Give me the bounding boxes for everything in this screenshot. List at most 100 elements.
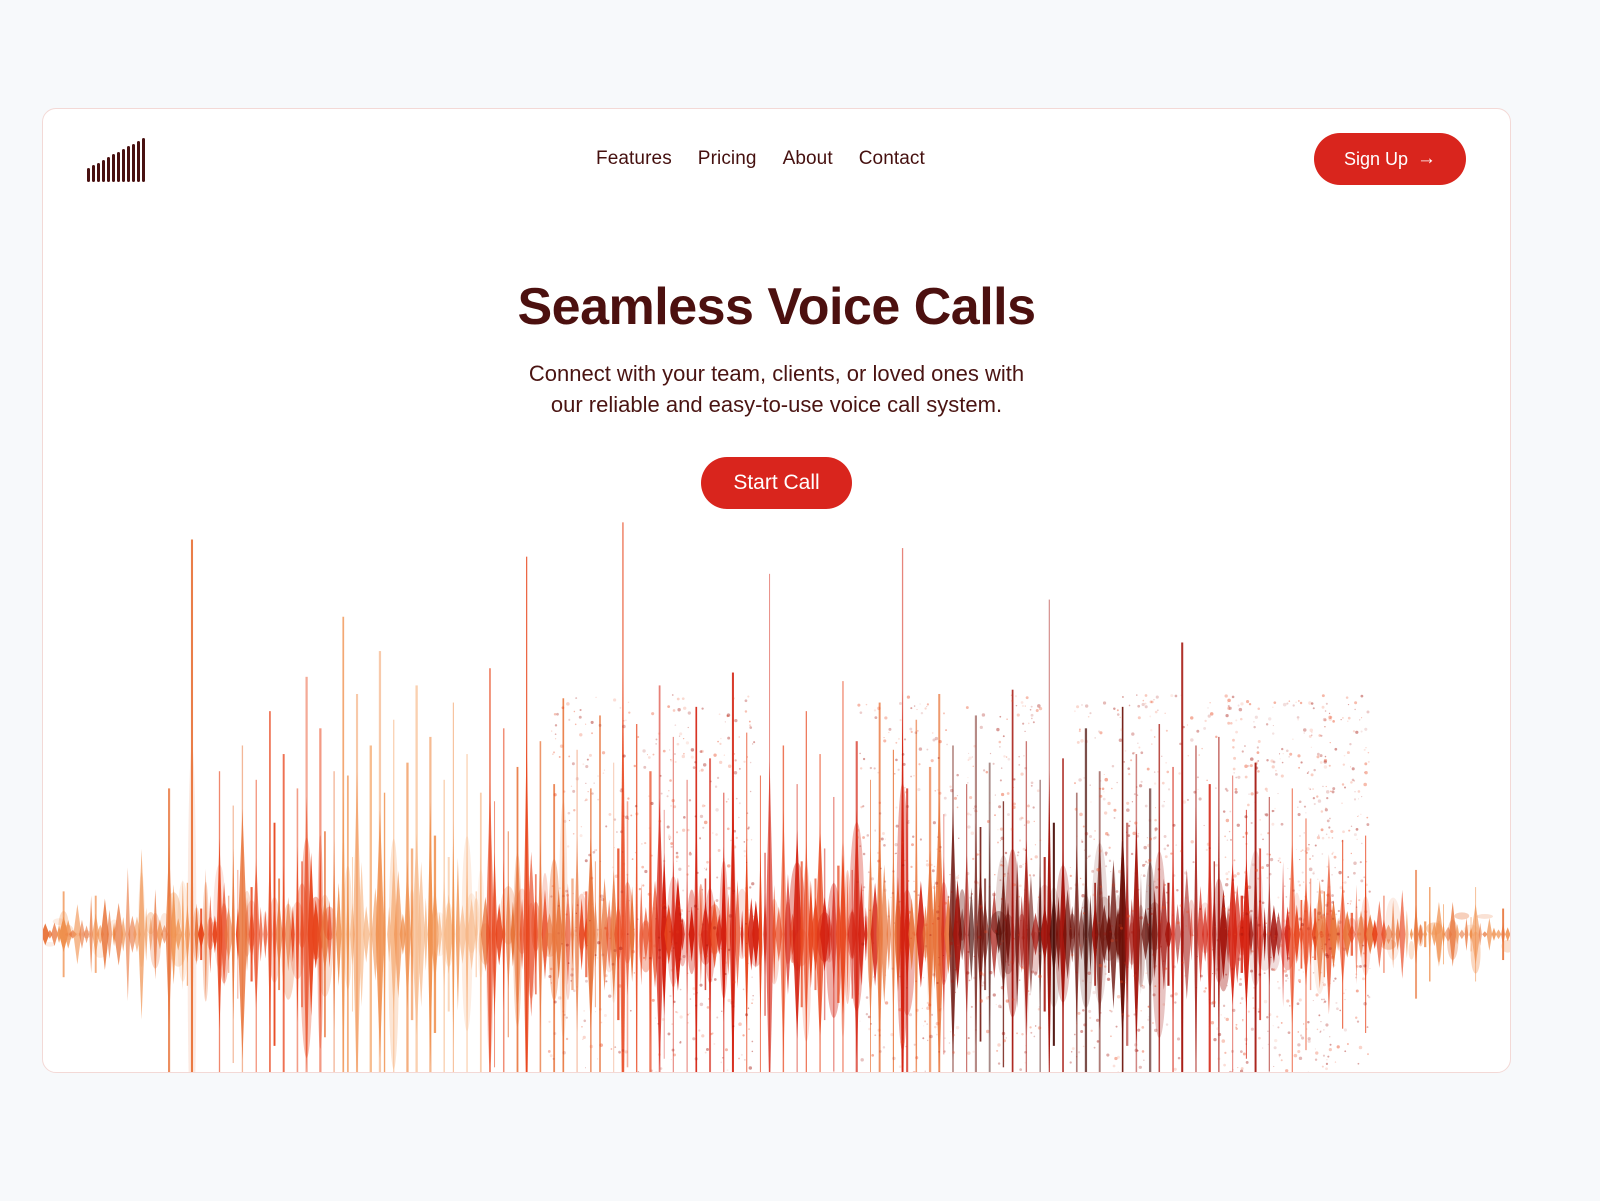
start-call-button[interactable]: Start Call [701,456,852,509]
waveform-texture [1036,884,1053,950]
waveform-grain [671,694,674,696]
waveform-grain [862,757,866,761]
waveform-grain [927,1003,932,1007]
waveform-texture [82,930,92,939]
waveform-grain [1120,980,1123,984]
waveform-bar [1232,885,1242,984]
waveform-grain [1198,918,1201,921]
waveform-grain [692,926,696,930]
waveform-needle [796,784,798,1072]
waveform-bar [224,907,234,961]
waveform-grain [1250,792,1254,796]
nav-item-pricing[interactable]: Pricing [698,148,757,170]
waveform-bar [1239,912,1245,957]
waveform-grain [999,839,1002,842]
waveform-grain [1263,999,1268,1004]
waveform-bar [744,840,749,1028]
waveform-grain [723,754,726,756]
waveform-grain [999,942,1002,946]
waveform-grain [1138,929,1141,932]
waveform-bar [922,905,929,963]
waveform-grain [1165,761,1168,764]
waveform-grain [1320,933,1324,938]
waveform-grain [1172,874,1176,877]
waveform-grain [1248,702,1252,706]
waveform-grain [856,828,860,832]
waveform-bar [1336,917,1340,951]
waveform-grain [669,930,671,933]
waveform-grain [1365,747,1367,749]
waveform-grain [671,942,674,945]
nav-item-contact[interactable]: Contact [859,148,925,170]
waveform-grain [1135,1008,1138,1011]
waveform-bar [1263,907,1267,962]
waveform-needle [1213,861,1216,1008]
waveform-bar [904,880,911,988]
waveform-grain [696,991,698,994]
waveform-bar [1189,907,1193,962]
waveform-grain [1153,699,1155,701]
waveform-grain [954,991,957,994]
waveform-grain [1292,704,1295,707]
waveform-grain [738,802,741,805]
waveform-texture [317,835,324,1049]
waveform-grain [1130,931,1134,934]
waveform-grain [1203,824,1205,827]
waveform-grain [973,955,976,958]
waveform-grain [929,1034,933,1039]
waveform-grain [1199,974,1203,978]
waveform-texture [431,912,448,957]
waveform-grain [1132,752,1135,755]
waveform-texture [138,872,145,967]
waveform-grain [1227,930,1230,932]
sign-up-button[interactable]: Sign Up → [1313,133,1466,185]
waveform-grain [727,798,729,800]
waveform-bar [867,847,874,1022]
waveform-needle [186,882,189,986]
nav-item-features[interactable]: Features [596,148,672,170]
waveform-grain [975,938,977,941]
waveform-bar [212,915,218,954]
waveform-grain [1021,704,1025,708]
waveform-logo-icon[interactable] [87,136,207,182]
waveform-grain [1224,856,1227,859]
waveform-grain [1185,925,1188,927]
waveform-grain [1016,854,1019,857]
waveform-grain [926,703,929,706]
waveform-grain [636,918,639,921]
waveform-grain [1019,1068,1023,1071]
waveform-grain [1325,955,1330,959]
waveform-grain [742,1034,745,1037]
waveform-grain [1299,981,1301,983]
waveform-grain [873,976,875,978]
waveform-needle [1383,895,1385,973]
waveform-texture [323,906,337,941]
waveform-texture [559,800,568,1039]
logo-bar [132,143,135,182]
waveform-grain [1299,835,1301,837]
waveform-bar [252,857,260,1012]
waveform-grain [672,984,675,987]
waveform-bar [174,918,182,951]
waveform-grain [744,855,746,857]
waveform-grain [709,780,712,783]
waveform-grain [1309,728,1314,733]
waveform-grain [643,765,647,769]
waveform-grain [1084,704,1089,708]
waveform-bar [614,898,623,971]
waveform-bar [1170,847,1176,1022]
waveform-grain [895,806,898,809]
waveform-grain [681,754,686,759]
waveform-bar [1038,858,1042,1010]
waveform-grain [695,1004,698,1007]
waveform-bar [1364,872,1368,996]
logo-bar [107,157,110,182]
nav-item-about[interactable]: About [783,148,833,170]
waveform-bar [1078,908,1085,961]
waveform-grain [1140,780,1143,783]
waveform-grain [690,748,695,752]
waveform-grain [600,1021,603,1024]
waveform-grain [1328,826,1331,829]
waveform-grain [628,711,631,714]
waveform-grain [968,752,970,754]
